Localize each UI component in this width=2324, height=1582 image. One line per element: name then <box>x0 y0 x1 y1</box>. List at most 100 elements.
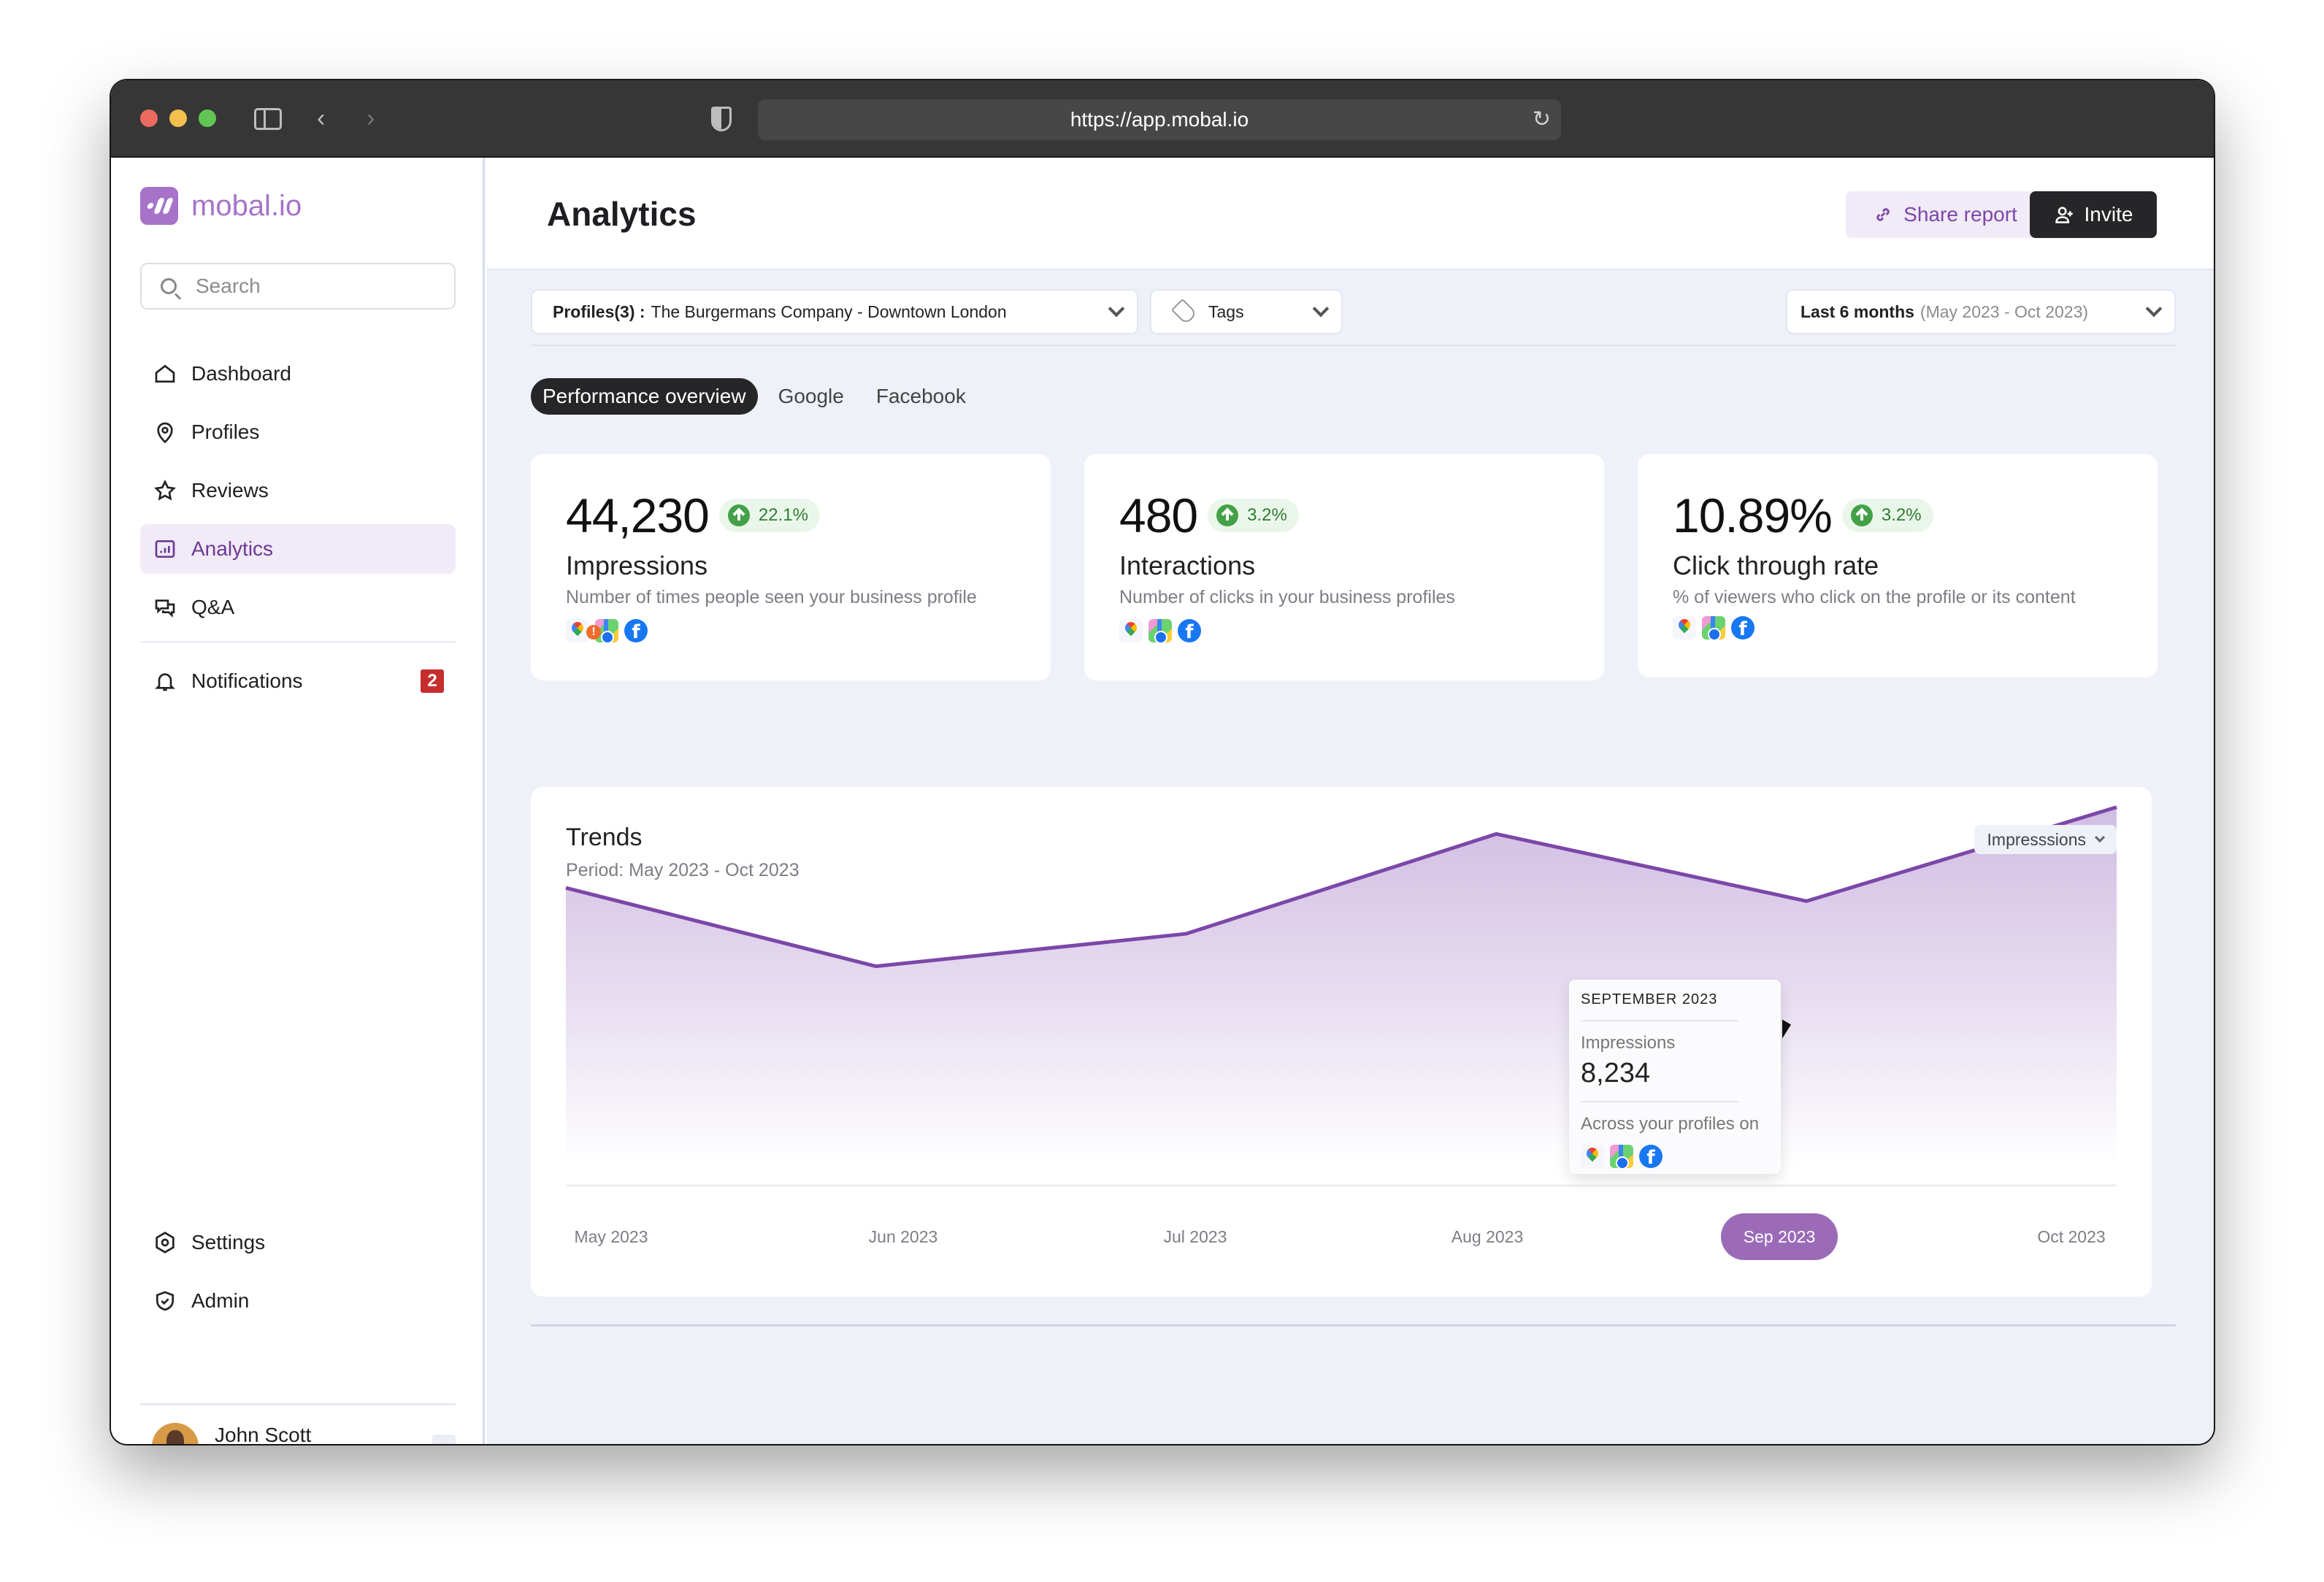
warning-icon[interactable]: ! <box>586 625 601 640</box>
sidebar-item-label: Settings <box>191 1231 266 1253</box>
sidebar-item-label: Analytics <box>191 537 274 560</box>
close-window-button[interactable] <box>140 110 158 127</box>
stat-label: Click through rate <box>1673 550 1879 580</box>
google-maps-icon <box>1673 616 1696 640</box>
sidebar-item-label: Profiles <box>191 421 260 443</box>
tab-facebook[interactable]: Facebook <box>864 378 978 415</box>
platform-icons: f ! <box>566 619 648 642</box>
sidebar-nav: Dashboard Profiles Reviews Analytics Q&A <box>140 349 456 715</box>
sidebar-item-reviews[interactable]: Reviews <box>140 466 456 515</box>
facebook-icon: f <box>1178 619 1201 642</box>
chat-bubbles-icon <box>153 596 177 619</box>
browser-toolbar: ‹ › https://app.mobal.io ↻ <box>111 80 2214 158</box>
star-icon <box>153 479 177 502</box>
data-point-jun-2023[interactable] <box>869 959 883 974</box>
maximize-window-button[interactable] <box>199 110 216 127</box>
data-point-jul-2023[interactable] <box>1179 926 1194 941</box>
metric-select-value: Impresssions <box>1987 829 2086 849</box>
back-icon[interactable]: ‹ <box>317 104 325 133</box>
tab-performance-overview[interactable]: Performance overview <box>531 378 758 415</box>
x-tick-label[interactable]: Aug 2023 <box>1451 1227 1523 1246</box>
reload-icon[interactable]: ↻ <box>1533 99 1551 140</box>
shield-check-icon <box>153 1289 177 1313</box>
privacy-shield-icon[interactable] <box>711 107 732 131</box>
date-range-dropdown[interactable]: Last 6 months (May 2023 - Oct 2023) <box>1786 289 2176 334</box>
trends-card: May 2023 Jun 2023 Jul 2023 Aug 2023 Sep 2023… <box>531 787 2152 1297</box>
profiles-filter-dropdown[interactable]: Profiles(3) : The Burgermans Company - D… <box>531 289 1138 334</box>
stat-label: Interactions <box>1119 550 1256 580</box>
tags-filter-dropdown[interactable]: Tags <box>1150 289 1343 334</box>
arrow-up-circle-icon <box>1216 504 1239 526</box>
sidebar-item-admin[interactable]: Admin <box>140 1276 456 1326</box>
brand-logo[interactable]: mobal.io <box>140 187 302 225</box>
location-pin-icon <box>153 421 177 444</box>
sidebar-item-profiles[interactable]: Profiles <box>140 407 456 457</box>
facebook-icon: f <box>1639 1145 1663 1168</box>
profiles-filter-prefix: Profiles(3) : <box>553 302 645 321</box>
stat-value: 10.89% <box>1673 488 1833 542</box>
sidebar-toggle-icon[interactable] <box>254 108 282 130</box>
data-point-aug-2023[interactable] <box>1489 826 1503 841</box>
data-point-may-2023[interactable] <box>559 880 573 895</box>
metric-select-dropdown[interactable]: Impresssions <box>1974 825 2117 854</box>
user-profile: John Scott Manage profile ‹ <box>140 1403 456 1444</box>
sidebar-item-label: Notifications <box>191 669 303 692</box>
tooltip-divider <box>1581 1101 1738 1102</box>
page-header: Analytics Share report Invite <box>487 158 2214 270</box>
collapse-sidebar-button[interactable]: ‹ <box>432 1435 456 1444</box>
nav-divider <box>140 641 456 643</box>
data-point-sep-2023[interactable] <box>1799 894 1814 908</box>
x-tick-label[interactable]: May 2023 <box>574 1227 648 1246</box>
trends-period: Period: May 2023 - Oct 2023 <box>566 860 799 880</box>
user-name: John Scott <box>215 1424 312 1444</box>
tab-google[interactable]: Google <box>767 378 856 415</box>
stat-description: Number of times people seen your busines… <box>566 587 977 607</box>
tag-icon <box>1170 298 1198 326</box>
stat-delta-value: 3.2% <box>1881 505 1922 525</box>
invite-label: Invite <box>2084 203 2133 226</box>
x-tick-label[interactable]: Jul 2023 <box>1164 1227 1227 1246</box>
x-tick-label[interactable]: Sep 2023 <box>1744 1227 1815 1246</box>
arrow-up-circle-icon <box>727 504 750 526</box>
notifications-count-badge: 2 <box>421 669 444 693</box>
share-report-button[interactable]: Share report <box>1846 191 2044 238</box>
minimize-window-button[interactable] <box>169 110 187 127</box>
platform-icons: f <box>1673 616 1754 640</box>
tooltip-footer: Across your profiles on <box>1581 1114 1760 1134</box>
tooltip-divider <box>1581 1020 1738 1021</box>
sidebar-item-settings[interactable]: Settings <box>140 1218 456 1267</box>
sidebar-item-qa[interactable]: Q&A <box>140 583 456 632</box>
profiles-filter-value: The Burgermans Company - Downtown London <box>651 302 1007 321</box>
stat-delta-badge: 3.2% <box>1208 499 1299 532</box>
sidebar-item-label: Reviews <box>191 479 269 502</box>
stat-card-click-through-rate: 10.89% 3.2% Click through rate % of view… <box>1638 454 2158 677</box>
address-bar[interactable]: https://app.mobal.io ↻ <box>758 99 1561 140</box>
data-point-oct-2023[interactable] <box>2109 800 2124 815</box>
sidebar-item-label: Dashboard <box>191 362 291 385</box>
x-tick-label[interactable]: Jun 2023 <box>869 1227 938 1246</box>
tags-filter-label: Tags <box>1208 302 1244 321</box>
x-tick-label[interactable]: Oct 2023 <box>2037 1227 2105 1246</box>
brand-name: mobal.io <box>191 189 302 222</box>
search-input[interactable]: Search <box>140 263 456 310</box>
stat-delta-value: 22.1% <box>758 505 808 525</box>
sidebar-item-dashboard[interactable]: Dashboard <box>140 349 456 399</box>
sidebar-item-notifications[interactable]: Notifications 2 <box>140 656 456 706</box>
apple-maps-icon <box>1610 1145 1633 1168</box>
stat-description: Number of clicks in your business profil… <box>1119 587 1455 607</box>
sidebar-item-analytics[interactable]: Analytics <box>140 524 456 574</box>
main-content: Analytics Share report Invite Profiles(3… <box>487 158 2214 1444</box>
search-placeholder: Search <box>196 274 261 297</box>
content-divider <box>531 1324 2176 1326</box>
sidebar-item-label: Q&A <box>191 596 235 618</box>
avatar[interactable] <box>152 1423 199 1444</box>
google-maps-icon <box>1581 1145 1604 1168</box>
forward-icon[interactable]: › <box>367 104 375 133</box>
date-range-value: (May 2023 - Oct 2023) <box>1920 302 2089 321</box>
link-icon <box>1876 208 1890 221</box>
home-icon <box>153 362 177 385</box>
stat-description: % of viewers who click on the profile or… <box>1673 587 2076 607</box>
sidebar-nav-bottom: Settings Admin <box>140 1218 456 1335</box>
invite-button[interactable]: Invite <box>2030 191 2157 238</box>
stat-card-interactions: 480 3.2% Interactions Number of clicks i… <box>1084 454 1604 680</box>
